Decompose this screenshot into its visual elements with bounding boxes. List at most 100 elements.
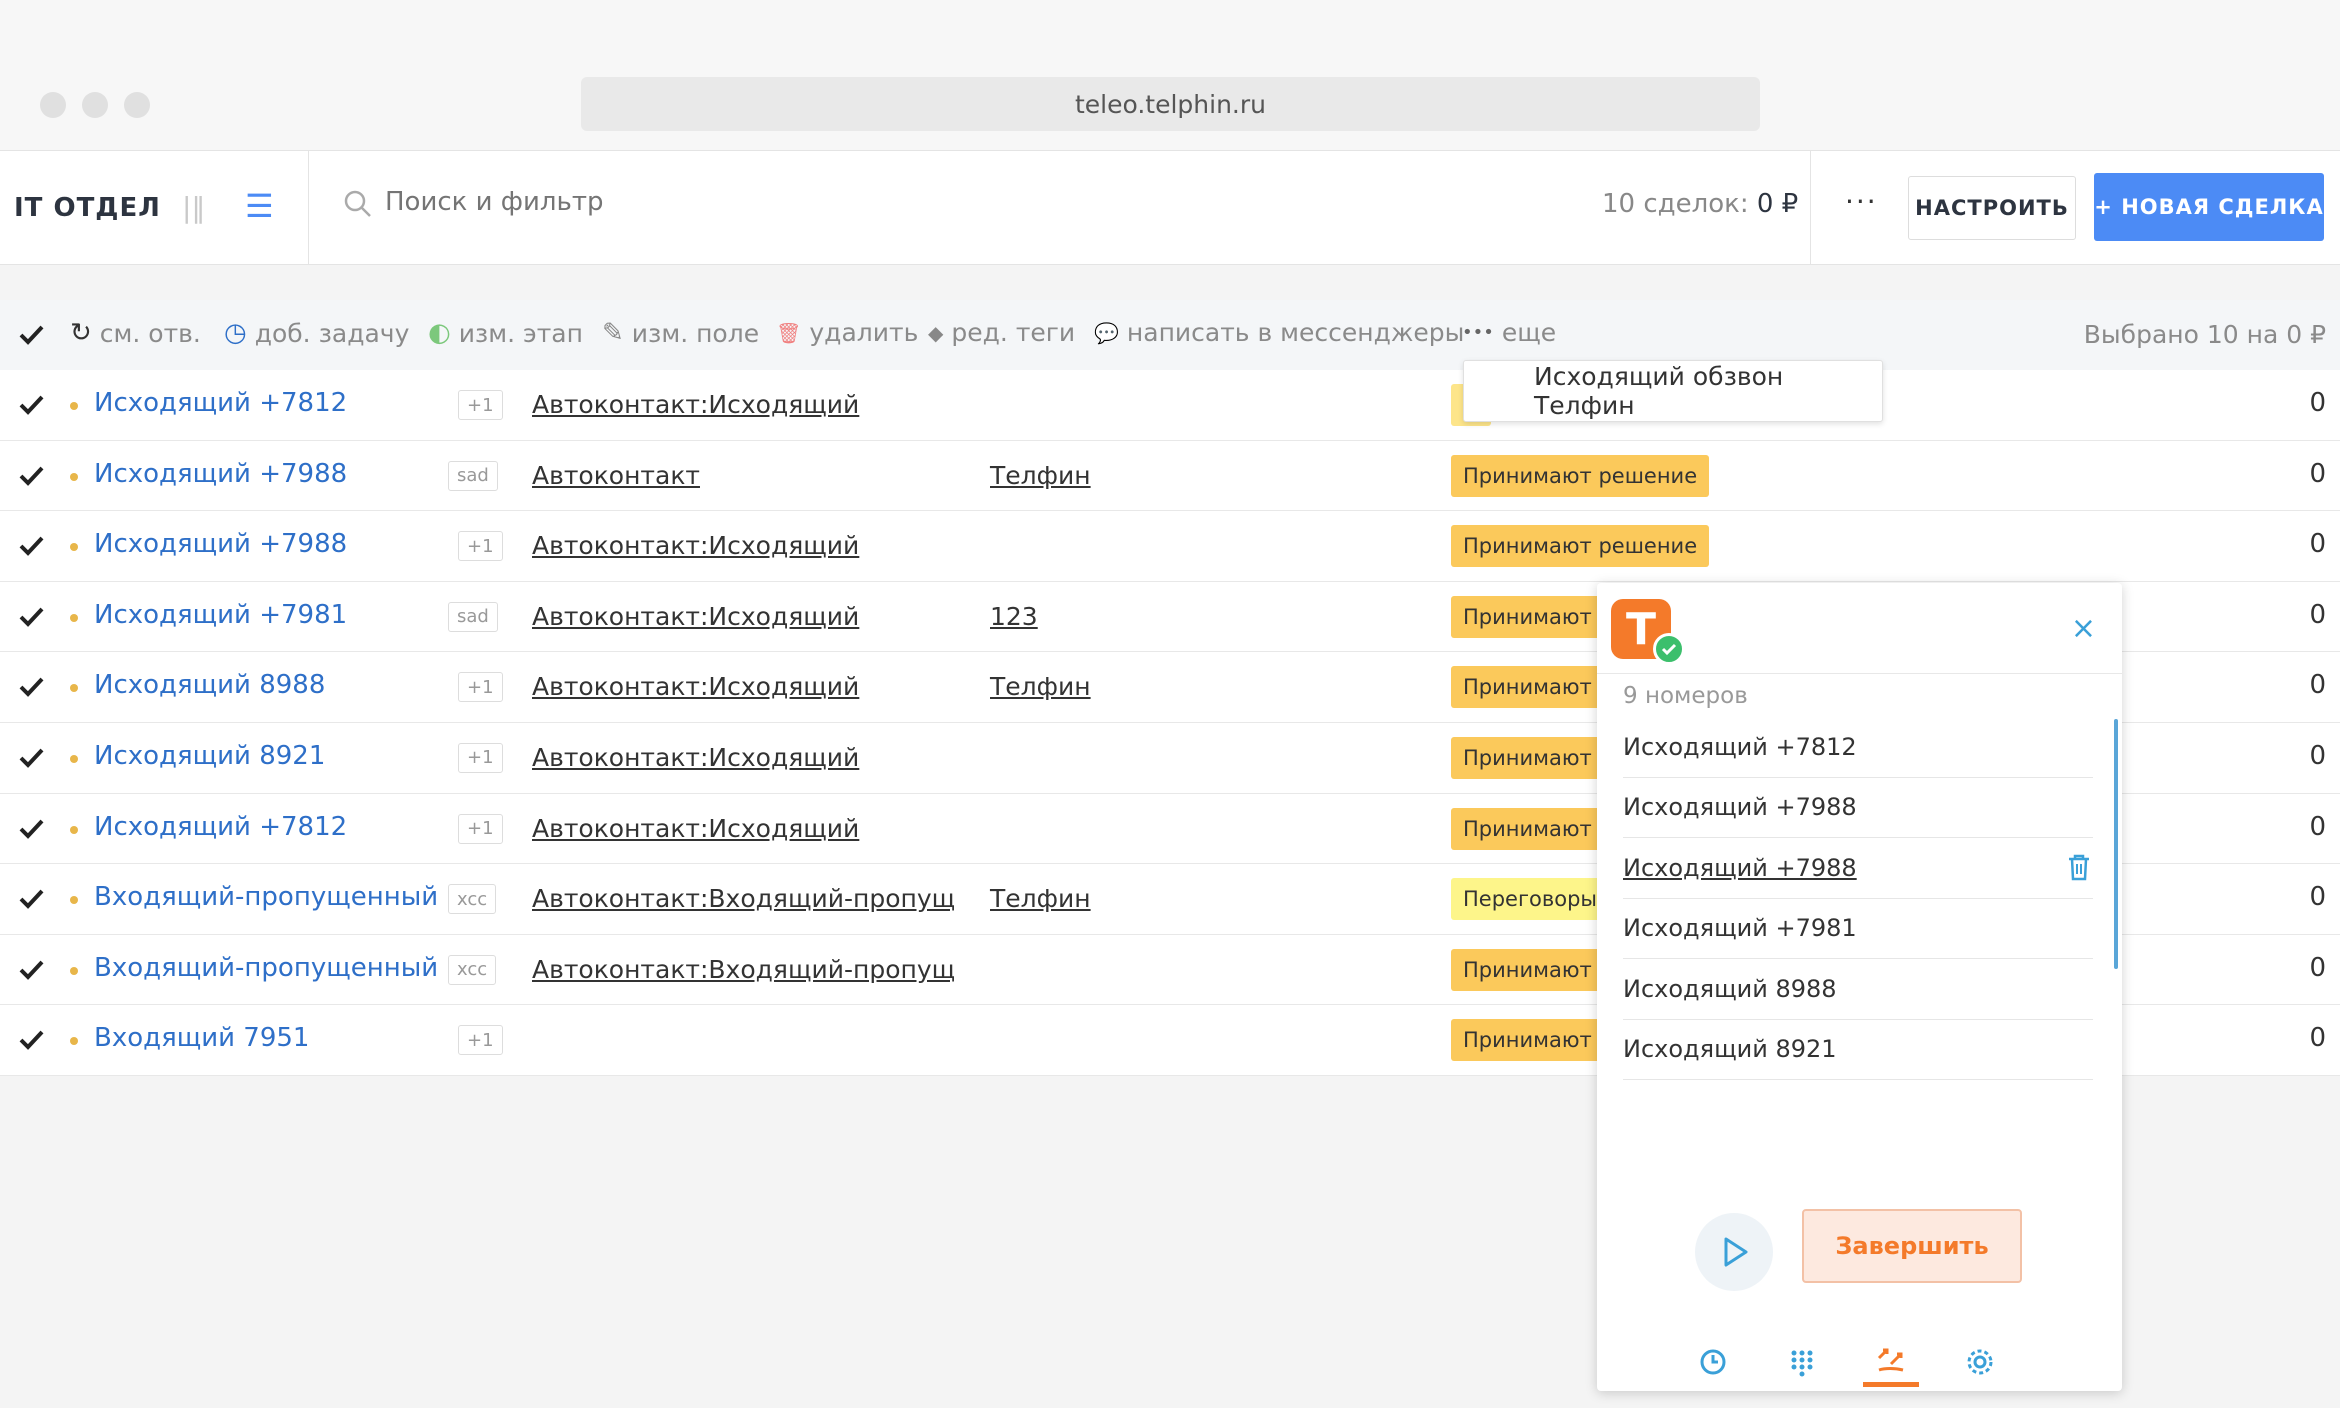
history-icon[interactable] — [1685, 1337, 1741, 1387]
deal-tag[interactable]: +1 — [458, 531, 503, 562]
contact-link[interactable]: Автоконтакт:Исходящий — [532, 814, 954, 843]
status-dot — [70, 543, 78, 552]
maximize-window-dot[interactable] — [124, 92, 150, 118]
deal-name-link[interactable]: Исходящий 8988 — [94, 670, 439, 700]
pipeline-title[interactable]: IT ОТДЕЛ — [14, 193, 161, 223]
stage-icon: ◐ — [428, 318, 451, 348]
chat-icon: 💬 — [1094, 320, 1119, 345]
deal-name-link[interactable]: Входящий 7951 — [94, 1023, 439, 1053]
divider — [1810, 151, 1811, 266]
refresh-icon: ↻ — [70, 318, 92, 348]
play-button[interactable] — [1695, 1213, 1773, 1291]
trash-icon[interactable] — [2065, 852, 2093, 882]
deals-summary: 10 сделок: 0 ₽ — [1602, 189, 1798, 219]
messenger-action[interactable]: 💬 написать в мессенджеры — [1094, 318, 1464, 347]
row-checkbox[interactable] — [16, 390, 46, 420]
widget-tabs — [1597, 1337, 2122, 1391]
deal-name-link[interactable]: Исходящий 8921 — [94, 741, 439, 771]
deal-tag[interactable]: +1 — [458, 1025, 503, 1056]
contact-link[interactable]: Автоконтакт:Исходящий — [532, 390, 954, 419]
row-checkbox[interactable] — [16, 672, 46, 702]
row-checkbox[interactable] — [16, 1025, 46, 1055]
row-checkbox[interactable] — [16, 531, 46, 561]
autodial-icon[interactable] — [1863, 1337, 1919, 1387]
row-checkbox[interactable] — [16, 955, 46, 985]
number-list-item[interactable]: Исходящий 8988 — [1623, 959, 2093, 1020]
select-all-checkbox[interactable] — [16, 320, 46, 350]
kanban-view-icon[interactable]: |‖ — [182, 191, 205, 224]
row-checkbox[interactable] — [16, 602, 46, 632]
dialpad-icon[interactable] — [1774, 1337, 1830, 1387]
deal-tag[interactable]: sad — [448, 460, 498, 491]
edit-tags-action[interactable]: ◆ ред. теги — [928, 318, 1075, 347]
deal-name-link[interactable]: Исходящий +7988 — [94, 529, 439, 559]
row-checkbox[interactable] — [16, 461, 46, 491]
deal-tag[interactable]: xcc — [448, 884, 497, 915]
deal-name-link[interactable]: Исходящий +7812 — [94, 388, 439, 418]
company-link[interactable]: 123 — [990, 602, 1038, 631]
row-checkbox[interactable] — [16, 884, 46, 914]
change-stage-action[interactable]: ◐ изм. этап — [428, 318, 583, 348]
contact-link[interactable]: Автоконтакт — [532, 461, 954, 490]
contact-link[interactable]: Автоконтакт:Исходящий — [532, 743, 954, 772]
table-row[interactable]: Исходящий +7812 +1 Автоконтакт:Исходящий 0 — [0, 370, 2340, 441]
budget-value: 0 — [2309, 952, 2326, 983]
play-icon — [1724, 1237, 1748, 1267]
status-dot — [70, 613, 78, 622]
add-task-action[interactable]: ◷ доб. задачу — [224, 318, 409, 348]
delete-action[interactable]: 🗑 удалить — [776, 318, 918, 347]
contact-link[interactable]: Автоконтакт:Исходящий — [532, 602, 954, 631]
number-list-item[interactable]: Исходящий 8921 — [1623, 1020, 2093, 1080]
row-checkbox[interactable] — [16, 743, 46, 773]
finish-button[interactable]: Завершить — [1802, 1209, 2022, 1283]
number-list-item[interactable]: Исходящий +7988 — [1623, 778, 2093, 838]
deal-tag[interactable]: +1 — [458, 742, 503, 773]
edit-field-action[interactable]: ✎ изм. поле — [602, 318, 759, 348]
scrollbar[interactable] — [2114, 719, 2118, 969]
table-row[interactable]: Исходящий +7988 +1 Автоконтакт:Исходящий Пр… — [0, 511, 2340, 582]
row-checkbox[interactable] — [16, 814, 46, 844]
change-responsible-action[interactable]: ↻ см. отв. — [70, 318, 201, 348]
close-window-dot[interactable] — [40, 92, 66, 118]
deal-tag[interactable]: xcc — [448, 954, 497, 985]
deal-name-link[interactable]: Исходящий +7988 — [94, 459, 439, 489]
number-list-item[interactable]: Исходящий +7981 — [1623, 899, 2093, 959]
number-list-item[interactable]: Исходящий +7988 — [1623, 838, 2093, 899]
search-input[interactable] — [385, 187, 1085, 217]
more-actions-dropdown-item[interactable]: Исходящий обзвон Телфин — [1463, 360, 1883, 422]
close-icon[interactable]: × — [2071, 611, 2096, 646]
spacer — [0, 265, 2340, 300]
more-actions[interactable]: ••• еще — [1462, 318, 1556, 347]
budget-value: 0 — [2309, 670, 2326, 701]
tag-icon: ◆ — [928, 320, 944, 345]
deals-count: 10 сделок: — [1602, 189, 1749, 219]
deal-name-link[interactable]: Входящий-пропущенный:+79 — [94, 882, 439, 912]
deal-tag[interactable]: +1 — [458, 813, 503, 844]
contact-link[interactable]: Автоконтакт:Входящий-пропущенный — [532, 955, 954, 984]
numbers-list: Исходящий +7812 Исходящий +7988 Исходящий … — [1623, 717, 2093, 1080]
deal-name-link[interactable]: Исходящий +7812 — [94, 812, 439, 842]
address-bar[interactable]: teleo.telphin.ru — [581, 77, 1760, 131]
deal-name-link[interactable]: Исходящий +7981 — [94, 600, 439, 630]
company-link[interactable]: Телфин — [990, 672, 1091, 701]
number-label: Исходящий +7988 — [1623, 793, 1857, 822]
number-list-item[interactable]: Исходящий +7812 — [1623, 717, 2093, 778]
settings-icon[interactable] — [1952, 1337, 2008, 1387]
deal-name-link[interactable]: Входящий-пропущенный:+79 — [94, 953, 439, 983]
contact-link[interactable]: Автоконтакт:Входящий-пропущенный — [532, 884, 954, 913]
list-view-icon[interactable]: ☰ — [245, 187, 274, 225]
contact-link[interactable]: Автоконтакт:Исходящий — [532, 672, 954, 701]
deal-tag[interactable]: +1 — [458, 672, 503, 703]
company-link[interactable]: Телфин — [990, 461, 1091, 490]
deal-tag[interactable]: +1 — [458, 390, 503, 420]
new-deal-button[interactable]: + НОВАЯ СДЕЛКА — [2094, 173, 2324, 241]
configure-button[interactable]: НАСТРОИТЬ — [1908, 176, 2076, 240]
page-header: IT ОТДЕЛ |‖ ☰ 10 сделок: 0 ₽ ··· НАСТРОИ… — [0, 150, 2340, 266]
more-options-button[interactable]: ··· — [1845, 188, 1878, 216]
table-row[interactable]: Исходящий +7988 sad Автоконтакт Телфин Прини… — [0, 440, 2340, 512]
deal-tag[interactable]: sad — [448, 601, 498, 632]
company-link[interactable]: Телфин — [990, 884, 1091, 913]
minimize-window-dot[interactable] — [82, 92, 108, 118]
contact-link[interactable]: Автоконтакт:Исходящий — [532, 531, 954, 560]
divider — [1597, 673, 2122, 674]
